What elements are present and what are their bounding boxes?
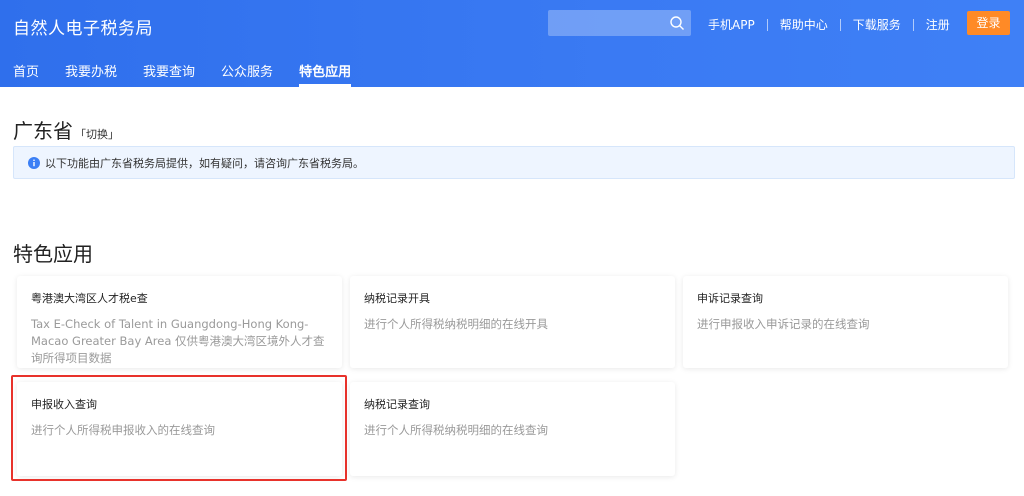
card-title: 纳税记录查询 <box>364 398 430 411</box>
nav-home[interactable]: 首页 <box>13 58 39 87</box>
card-talent-tax-echeck[interactable]: 粤港澳大湾区人才税e查 Tax E-Check of Talent in Gua… <box>17 276 342 368</box>
card-title: 申诉记录查询 <box>697 292 763 305</box>
site-brand[interactable]: 自然人电子税务局 <box>13 14 153 39</box>
nav-tax-handling[interactable]: 我要办税 <box>65 58 117 87</box>
switch-province-link[interactable]: 「切换」 <box>75 128 119 141</box>
info-icon <box>28 156 40 169</box>
divider <box>839 18 841 31</box>
top-header: 自然人电子税务局 手机APP 帮助中心 下载服务 注册 登录 首页 我要办税 我… <box>0 0 1024 87</box>
divider <box>766 18 768 31</box>
card-title: 粤港澳大湾区人才税e查 <box>31 292 148 305</box>
card-tax-record-query[interactable]: 纳税记录查询 进行个人所得税纳税明细的在线查询 <box>350 382 675 476</box>
nav-public-service[interactable]: 公众服务 <box>221 58 273 87</box>
card-description: Tax E-Check of Talent in Guangdong-Hong … <box>31 317 325 365</box>
card-description: 进行个人所得税纳税明细的在线开具 <box>364 317 548 331</box>
card-title: 纳税记录开具 <box>364 292 430 305</box>
card-description: 进行申报收入申诉记录的在线查询 <box>697 317 870 331</box>
help-center-link[interactable]: 帮助中心 <box>780 16 828 33</box>
search-icon[interactable] <box>669 15 685 31</box>
download-service-link[interactable]: 下载服务 <box>853 16 901 33</box>
card-appeal-record-query[interactable]: 申诉记录查询 进行申报收入申诉记录的在线查询 <box>683 276 1008 368</box>
card-description: 进行个人所得税纳税明细的在线查询 <box>364 423 548 437</box>
search-box[interactable] <box>548 10 691 36</box>
nav-query[interactable]: 我要查询 <box>143 58 195 87</box>
main-nav: 首页 我要办税 我要查询 公众服务 特色应用 <box>0 58 377 87</box>
card-tax-record-issue[interactable]: 纳税记录开具 进行个人所得税纳税明细的在线开具 <box>350 276 675 368</box>
register-link[interactable]: 注册 <box>926 16 950 33</box>
mobile-app-link[interactable]: 手机APP <box>708 16 755 33</box>
search-input[interactable] <box>548 10 666 36</box>
notice-text: 以下功能由广东省税务局提供，如有疑问，请咨询广东省税务局。 <box>45 156 364 170</box>
selection-highlight <box>11 375 347 481</box>
top-links: 手机APP 帮助中心 下载服务 注册 <box>708 16 950 33</box>
divider <box>912 18 914 31</box>
login-button[interactable]: 登录 <box>967 11 1010 35</box>
province-heading: 广东省 「切换」 <box>13 115 119 144</box>
province-name: 广东省 <box>13 119 73 143</box>
nav-featured-apps[interactable]: 特色应用 <box>299 58 352 87</box>
section-title: 特色应用 <box>13 242 93 266</box>
info-notice: 以下功能由广东省税务局提供，如有疑问，请咨询广东省税务局。 <box>13 146 1015 179</box>
